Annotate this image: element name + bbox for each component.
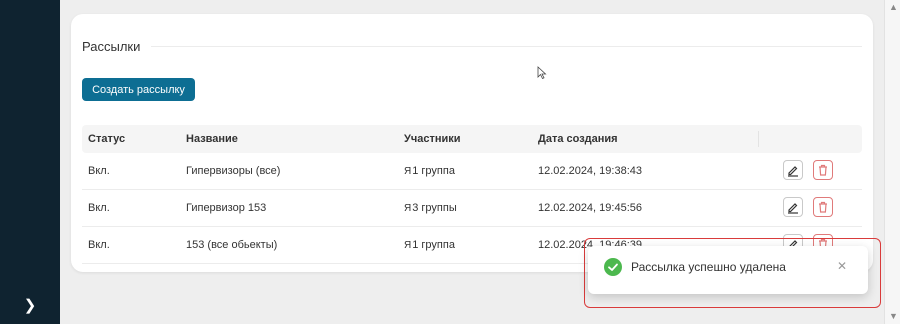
pencil-icon (788, 166, 798, 177)
header-participants: Участники (404, 133, 461, 145)
trash-icon (819, 201, 827, 213)
cell-participants: Я1 группа (404, 153, 455, 189)
cell-status: Вкл. (88, 165, 110, 177)
cell-name: Гипервизор 153 (186, 202, 267, 214)
chevron-right-icon[interactable]: ❯ (18, 294, 42, 318)
participants-count: 3 группы (412, 202, 457, 214)
people-icon: Я (404, 240, 412, 251)
people-icon: Я (404, 166, 412, 177)
edit-button[interactable] (783, 197, 803, 217)
people-icon: Я (404, 203, 412, 214)
close-icon[interactable]: ✕ (834, 258, 850, 274)
toast-message: Рассылка успешно удалена (631, 260, 786, 274)
scroll-down-arrow-icon[interactable]: ▼ (889, 312, 898, 321)
edit-button[interactable] (783, 160, 803, 180)
sidebar: ❯ (0, 0, 60, 324)
delete-button[interactable] (813, 197, 833, 217)
mailings-card: Рассылки Создать рассылку Статус Названи… (71, 14, 873, 272)
title-divider (151, 46, 862, 47)
create-mailing-button[interactable]: Создать рассылку (82, 78, 195, 101)
participants-count: 1 группа (412, 165, 455, 177)
cell-status: Вкл. (88, 202, 110, 214)
cell-status: Вкл. (88, 239, 110, 251)
header-created: Дата создания (538, 133, 618, 145)
cell-name: 153 (все обьекты) (186, 239, 278, 251)
cell-participants: Я3 группы (404, 190, 457, 226)
participants-count: 1 группа (412, 239, 455, 251)
scrollbar[interactable]: ▲ ▼ (884, 0, 900, 324)
delete-button[interactable] (813, 160, 833, 180)
header-name: Название (186, 133, 238, 145)
check-circle-icon (604, 258, 622, 276)
header-status: Статус (88, 133, 126, 145)
cell-participants: Я1 группа (404, 227, 455, 263)
table-row[interactable]: Вкл. Гипервизоры (все) Я1 группа 12.02.2… (82, 153, 862, 190)
notification-toast: Рассылка успешно удалена ✕ (588, 246, 868, 294)
header-divider (758, 131, 759, 147)
section-title: Рассылки (82, 39, 141, 54)
cell-created: 12.02.2024, 19:45:56 (538, 202, 642, 214)
cell-created: 12.02.2024, 19:38:43 (538, 165, 642, 177)
scroll-up-arrow-icon[interactable]: ▲ (889, 3, 898, 12)
trash-icon (819, 164, 827, 176)
cell-name: Гипервизоры (все) (186, 165, 281, 177)
pencil-icon (788, 203, 798, 214)
table-header: Статус Название Участники Дата создания (82, 125, 862, 153)
mouse-cursor-icon (537, 66, 547, 80)
table-row[interactable]: Вкл. Гипервизор 153 Я3 группы 12.02.2024… (82, 190, 862, 227)
